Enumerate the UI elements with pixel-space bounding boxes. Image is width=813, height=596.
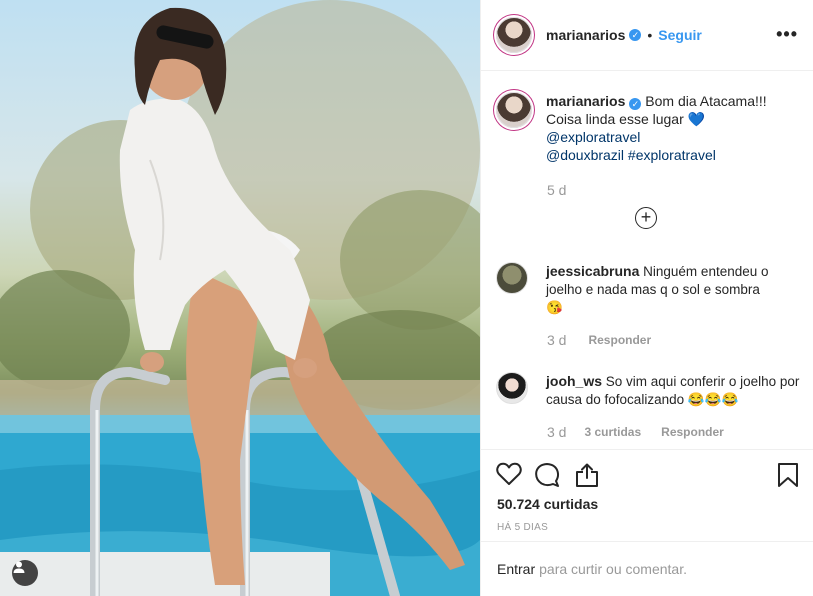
comment-text: jeessicabruna Ninguém entendeu o joelho … <box>546 262 801 317</box>
bookmark-icon[interactable] <box>777 462 799 488</box>
caption-text: marianarios ✓ Bom dia Atacama!!! Coisa li… <box>546 92 767 164</box>
post-photo-illustration <box>0 0 480 596</box>
instagram-post-frame: marianarios ✓ • Seguir ••• marianarios ✓ … <box>0 0 813 596</box>
verified-badge-icon: ✓ <box>629 29 642 41</box>
avatar[interactable] <box>496 17 532 53</box>
user-tag-icon[interactable] <box>12 560 38 586</box>
comment-item: jeessicabruna Ninguém entendeu o joelho … <box>496 262 801 317</box>
login-prompt: para curtir ou comentar. <box>539 561 687 577</box>
login-bar: Entrar para curtir ou comentar. <box>481 541 813 596</box>
post-caption: marianarios ✓ Bom dia Atacama!!! Coisa li… <box>496 92 801 164</box>
reply-button[interactable]: Responder <box>588 333 651 347</box>
comment-username[interactable]: jooh_ws <box>546 373 602 389</box>
comment-meta: 3 d Responder <box>547 332 651 348</box>
more-options-icon[interactable]: ••• <box>776 24 798 45</box>
caption-username[interactable]: marianarios <box>546 93 625 109</box>
comment-icon[interactable] <box>534 462 560 488</box>
comment-username[interactable]: jeessicabruna <box>546 263 639 279</box>
follow-button[interactable]: Seguir <box>658 27 702 43</box>
login-link[interactable]: Entrar <box>497 561 535 577</box>
plus-circle-icon[interactable]: + <box>635 207 657 229</box>
verified-badge-icon: ✓ <box>629 98 642 110</box>
comment-emoji: 😘 <box>546 300 563 315</box>
post-date: HÁ 5 DIAS <box>497 522 549 533</box>
header-user-row: marianarios ✓ • Seguir <box>546 27 702 43</box>
post-actions: 50.724 curtidas HÁ 5 DIAS <box>481 449 813 541</box>
action-icons <box>496 462 799 488</box>
caption-mention-douxbrazil[interactable]: @douxbrazil <box>546 147 624 163</box>
comment-avatar[interactable] <box>496 262 528 294</box>
heart-icon[interactable] <box>496 462 522 486</box>
post-header: marianarios ✓ • Seguir ••• <box>481 0 813 71</box>
comment-emoji: 😂😂😂 <box>687 392 739 407</box>
post-side-panel: marianarios ✓ • Seguir ••• marianarios ✓ … <box>480 0 813 596</box>
caption-hashtag[interactable]: #exploratravel <box>628 147 716 163</box>
caption-time: 5 d <box>547 182 567 198</box>
caption-mention-exploratravel[interactable]: @exploratravel <box>546 129 640 145</box>
comment-meta: 3 d 3 curtidas Responder <box>547 424 724 440</box>
caption-avatar[interactable] <box>496 92 532 128</box>
comment-avatar[interactable] <box>496 372 528 404</box>
comment-time: 3 d <box>547 332 567 348</box>
share-icon[interactable] <box>574 462 600 488</box>
header-username[interactable]: marianarios <box>546 27 625 43</box>
header-separator: • <box>647 27 653 43</box>
caption-line2: Coisa linda esse lugar <box>546 111 684 127</box>
comment-item: jooh_ws So vim aqui conferir o joelho po… <box>496 372 801 409</box>
comment-time: 3 d <box>547 424 567 440</box>
likes-count[interactable]: 50.724 curtidas <box>497 496 598 512</box>
comment-likes[interactable]: 3 curtidas <box>584 425 641 439</box>
comment-text: jooh_ws So vim aqui conferir o joelho po… <box>546 372 801 409</box>
reply-button[interactable]: Responder <box>661 425 724 439</box>
post-photo[interactable] <box>0 0 480 596</box>
caption-line1: Bom dia Atacama!!! <box>645 93 767 109</box>
blue-heart-emoji: 💙 <box>687 111 706 127</box>
